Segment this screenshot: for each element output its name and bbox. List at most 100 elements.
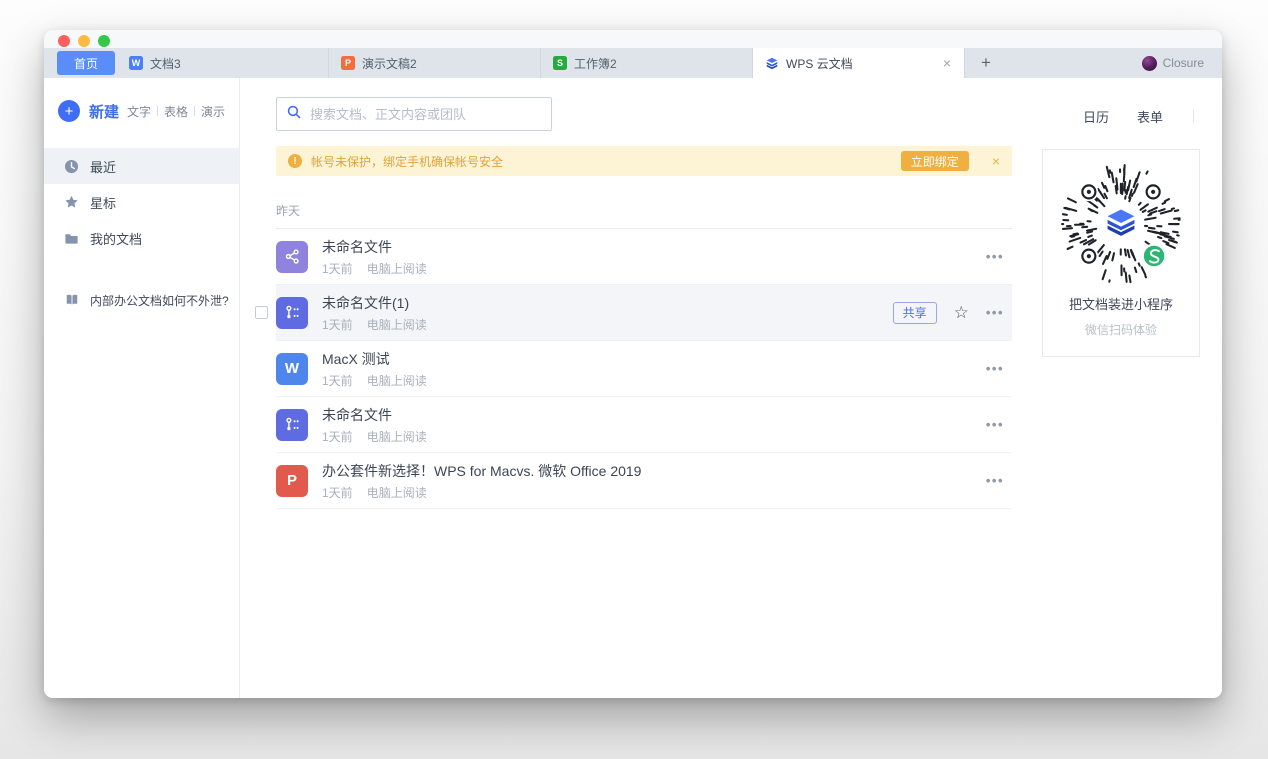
- document-title: 未命名文件(1): [322, 293, 427, 313]
- tab-presentation2[interactable]: P 演示文稿2: [329, 48, 541, 78]
- document-meta: 1天前 电脑上阅读: [322, 316, 427, 333]
- tab-label: 演示文稿2: [362, 55, 417, 72]
- document-meta: 1天前 电脑上阅读: [322, 428, 427, 445]
- meta-source: 电脑上阅读: [367, 260, 427, 277]
- flowchart-icon: [276, 297, 308, 329]
- zoom-window-button[interactable]: [98, 35, 110, 47]
- document-row[interactable]: W MacX 测试 1天前 电脑上阅读 •••: [276, 341, 1012, 397]
- clock-icon: [64, 159, 79, 174]
- more-actions-icon[interactable]: •••: [986, 305, 1004, 320]
- sidebar-menu: 最近 星标: [44, 148, 239, 318]
- sidebar-promo-link[interactable]: 内部办公文档如何不外泄?: [44, 282, 239, 318]
- book-icon: [64, 293, 79, 308]
- document-row[interactable]: 未命名文件 1天前 电脑上阅读 •••: [276, 397, 1012, 453]
- avatar: [1142, 56, 1157, 71]
- meta-time: 1天前: [322, 372, 353, 389]
- main-area: ! 帐号未保护，绑定手机确保帐号安全 立即绑定 × 昨天: [240, 78, 1222, 698]
- sidebar-new-row: + 新建 文字 表格 演示: [44, 100, 239, 122]
- plus-icon: +: [58, 100, 80, 122]
- spreadsheet-doc-icon: S: [553, 56, 567, 70]
- sidebar-item-label: 最近: [90, 157, 116, 176]
- row-checkbox[interactable]: [255, 306, 268, 319]
- desktop-background: 首页 W 文档3 P 演示文稿2 S 工作簿2: [0, 0, 1268, 759]
- document-meta: 1天前 电脑上阅读: [322, 484, 641, 501]
- meta-source: 电脑上阅读: [367, 428, 427, 445]
- sidebar-item-label: 星标: [90, 193, 116, 212]
- more-actions-icon[interactable]: •••: [986, 249, 1004, 264]
- more-actions-icon[interactable]: •••: [986, 361, 1004, 376]
- sidebar-item-label: 我的文档: [90, 229, 142, 248]
- share-button[interactable]: 共享: [893, 302, 937, 324]
- mini-program-qr-card: 把文档装进小程序 微信扫码体验: [1042, 149, 1200, 357]
- document-title: 未命名文件: [322, 237, 427, 257]
- qr-card-title: 把文档装进小程序: [1069, 294, 1173, 313]
- tab-home-label: 首页: [74, 55, 98, 72]
- tab-wps-cloud-docs[interactable]: WPS 云文档 ×: [753, 48, 965, 78]
- star-icon: [64, 195, 79, 210]
- meta-time: 1天前: [322, 428, 353, 445]
- minimize-window-button[interactable]: [78, 35, 90, 47]
- meta-source: 电脑上阅读: [367, 316, 427, 333]
- user-account[interactable]: Closure: [1142, 48, 1222, 78]
- right-panel: 日历 表单: [1042, 97, 1200, 698]
- sidebar-item-starred[interactable]: 星标: [44, 184, 239, 220]
- sidebar-promo-label: 内部办公文档如何不外泄?: [90, 292, 229, 309]
- folder-icon: [64, 231, 79, 246]
- document-row[interactable]: P 办公套件新选择！WPS for Macvs. 微软 Office 2019 …: [276, 453, 1012, 509]
- document-meta: 1天前 电脑上阅读: [322, 372, 427, 389]
- document-row[interactable]: 未命名文件(1) 1天前 电脑上阅读 共享 ☆ •••: [276, 285, 1012, 341]
- meta-time: 1天前: [322, 260, 353, 277]
- tab-label: WPS 云文档: [786, 55, 853, 72]
- quick-create-presentation[interactable]: 演示: [195, 103, 231, 120]
- document-row[interactable]: 未命名文件 1天前 电脑上阅读 •••: [276, 229, 1012, 285]
- writer-doc-icon: W: [276, 353, 308, 385]
- username-label: Closure: [1163, 56, 1204, 70]
- bind-now-button[interactable]: 立即绑定: [901, 151, 969, 171]
- new-button-label: 新建: [89, 101, 119, 122]
- presentation-doc-icon: P: [341, 56, 355, 70]
- row-text: 未命名文件 1天前 电脑上阅读: [322, 405, 427, 445]
- tab-document3[interactable]: W 文档3: [117, 48, 329, 78]
- close-window-button[interactable]: [58, 35, 70, 47]
- sidebar-item-recent[interactable]: 最近: [44, 148, 239, 184]
- search-input[interactable]: [310, 107, 541, 122]
- app-body: + 新建 文字 表格 演示: [44, 78, 1222, 698]
- quick-create-writer[interactable]: 文字: [121, 103, 157, 120]
- close-tab-icon[interactable]: ×: [940, 55, 954, 71]
- row-text: 未命名文件(1) 1天前 电脑上阅读: [322, 293, 427, 333]
- sidebar: + 新建 文字 表格 演示: [44, 78, 240, 698]
- account-security-banner: ! 帐号未保护，绑定手机确保帐号安全 立即绑定 ×: [276, 146, 1012, 176]
- search-icon: [287, 105, 301, 124]
- forms-link[interactable]: 表单: [1137, 107, 1163, 126]
- list-group-label: 昨天: [276, 202, 1012, 229]
- quick-create-links: 文字 表格 演示: [121, 103, 231, 120]
- meta-source: 电脑上阅读: [367, 484, 427, 501]
- tab-home[interactable]: 首页: [57, 51, 115, 75]
- new-document-button[interactable]: + 新建: [58, 100, 119, 122]
- banner-close-icon[interactable]: ×: [992, 153, 1000, 169]
- share-nodes-icon: [276, 241, 308, 273]
- more-actions-icon[interactable]: •••: [986, 473, 1004, 488]
- document-meta: 1天前 电脑上阅读: [322, 260, 427, 277]
- tab-workbook2[interactable]: S 工作簿2: [541, 48, 753, 78]
- search-box[interactable]: [276, 97, 552, 131]
- star-outline-icon[interactable]: ☆: [954, 304, 969, 321]
- cloud-docs-icon: [765, 56, 779, 70]
- sidebar-item-my-documents[interactable]: 我的文档: [44, 220, 239, 256]
- document-title: MacX 测试: [322, 349, 427, 369]
- row-text: 未命名文件 1天前 电脑上阅读: [322, 237, 427, 277]
- tab-bar: 首页 W 文档3 P 演示文稿2 S 工作簿2: [44, 48, 1222, 78]
- window-titlebar: [44, 30, 1222, 48]
- more-actions-icon[interactable]: •••: [986, 417, 1004, 432]
- flowchart-icon: [276, 409, 308, 441]
- row-text: 办公套件新选择！WPS for Macvs. 微软 Office 2019 1天…: [322, 461, 641, 501]
- new-tab-button[interactable]: +: [965, 48, 1007, 78]
- qr-card-subtitle: 微信扫码体验: [1085, 321, 1157, 338]
- document-title: 办公套件新选择！WPS for Macvs. 微软 Office 2019: [322, 461, 641, 481]
- tab-label: 工作簿2: [574, 55, 617, 72]
- divider: [1193, 110, 1194, 123]
- document-title: 未命名文件: [322, 405, 427, 425]
- quick-create-sheet[interactable]: 表格: [158, 103, 194, 120]
- tab-label: 文档3: [150, 55, 181, 72]
- calendar-link[interactable]: 日历: [1083, 107, 1109, 126]
